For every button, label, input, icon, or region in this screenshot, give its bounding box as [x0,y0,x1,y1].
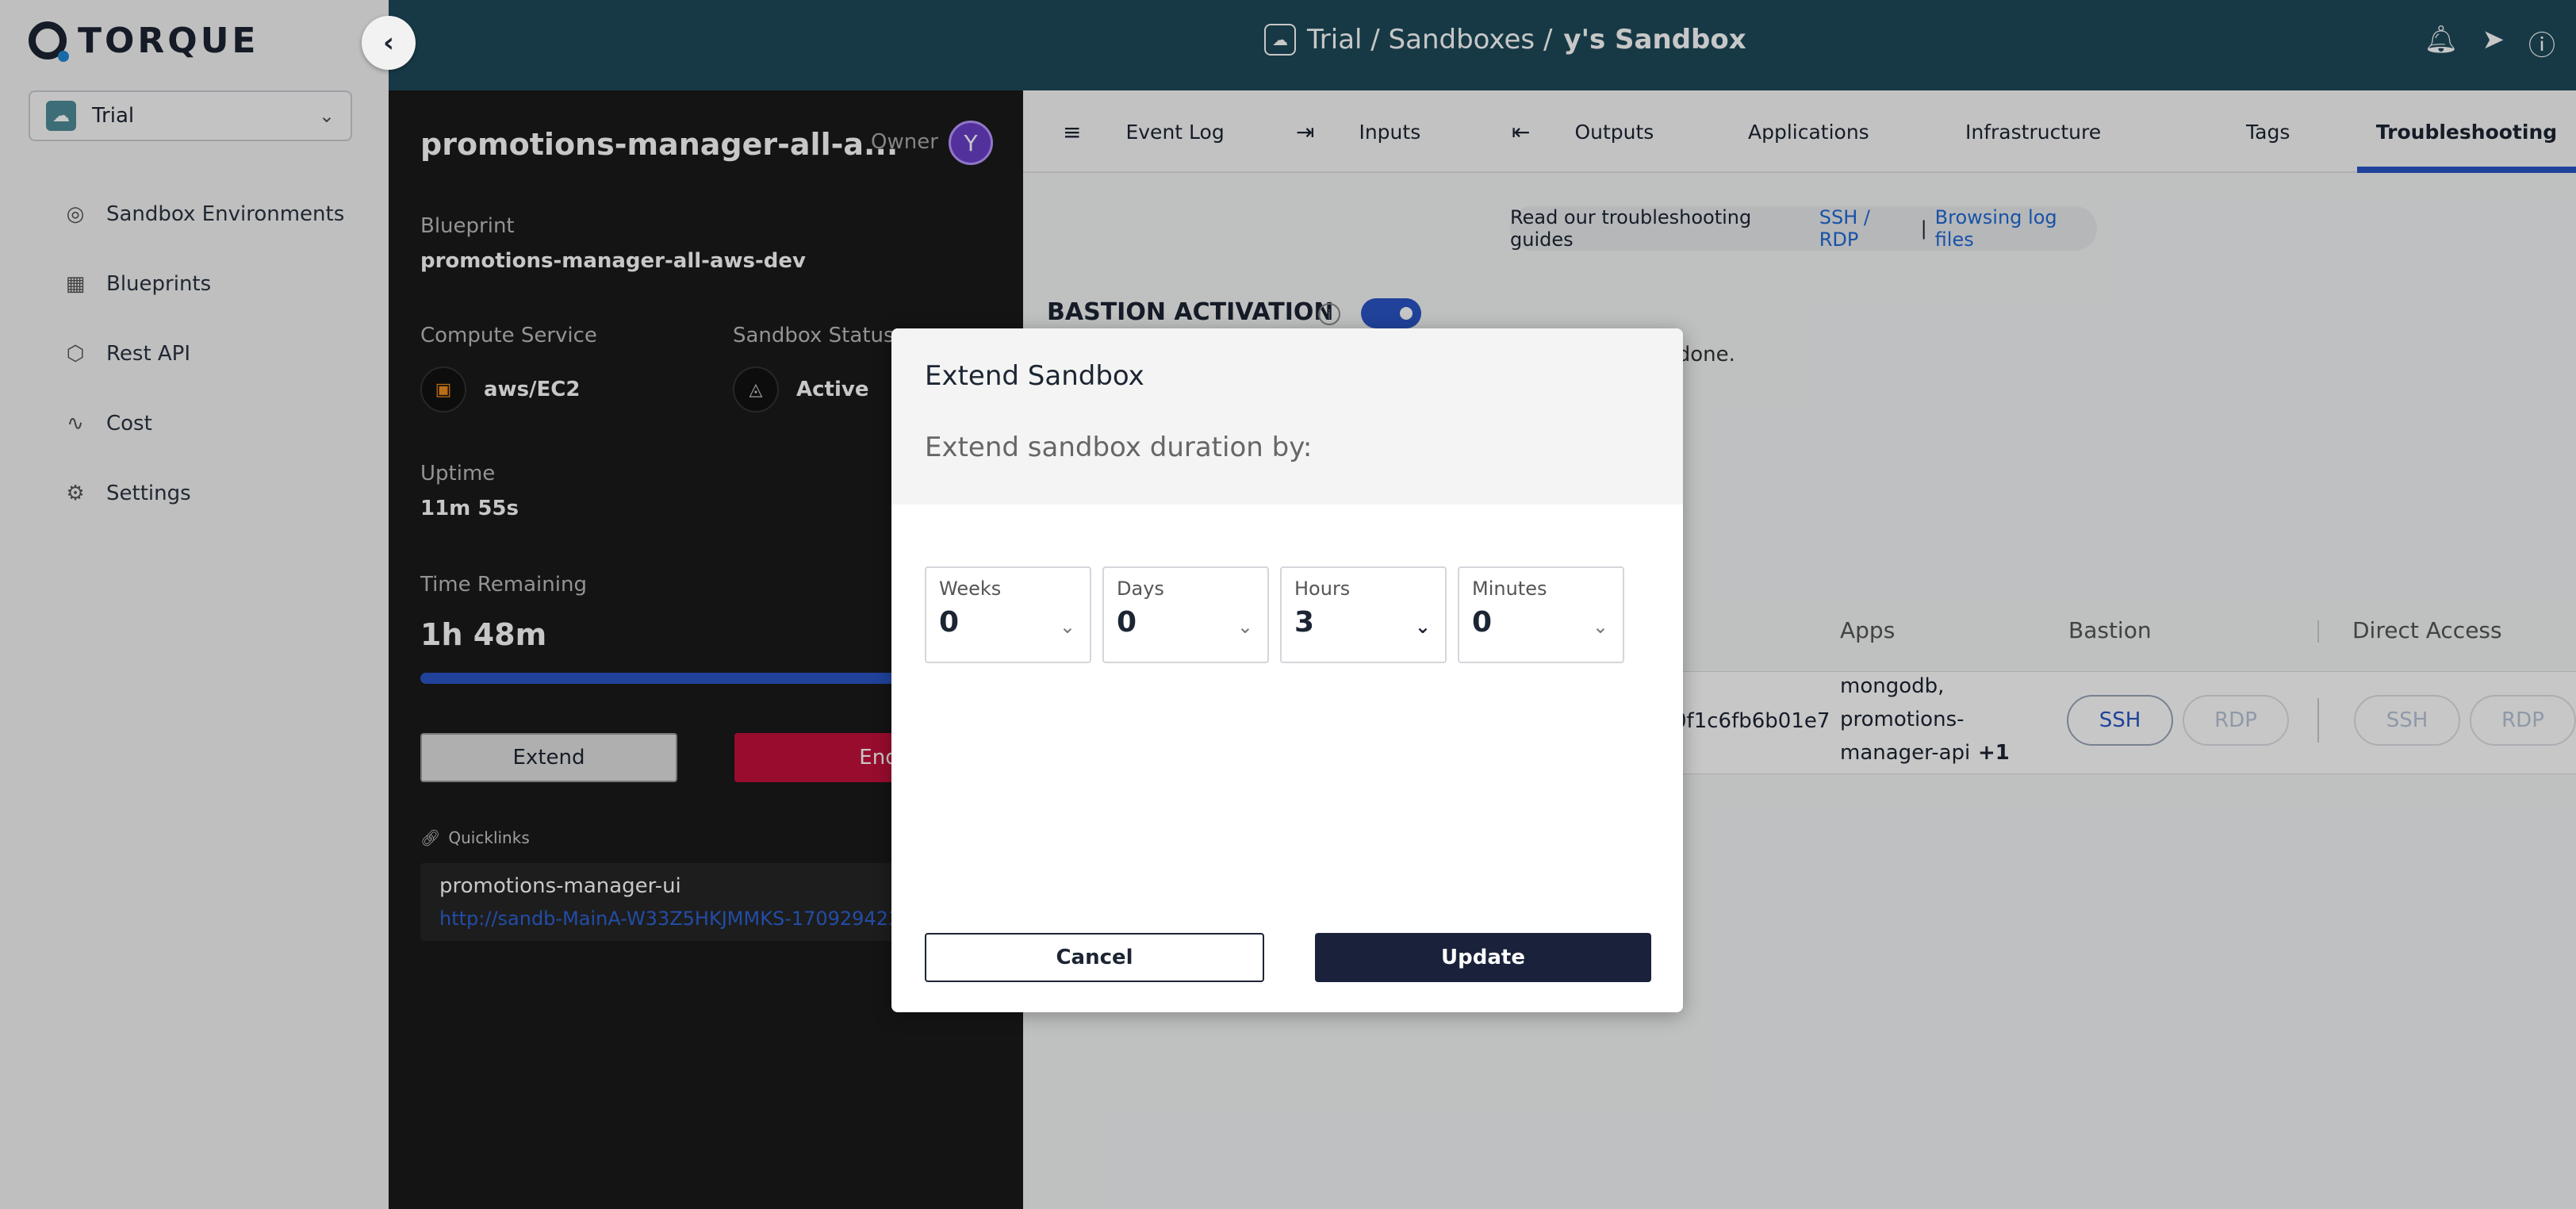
minutes-select[interactable]: Minutes 0 ⌄ [1458,566,1624,663]
duration-selectors: Weeks 0 ⌄ Days 0 ⌄ Hours 3 ⌄ Minutes 0 ⌄ [925,566,1624,663]
update-button[interactable]: Update [1315,933,1651,982]
chevron-left-icon: ‹ [382,27,394,59]
hours-label: Hours [1294,578,1351,600]
days-label: Days [1117,578,1164,600]
weeks-value: 0 [939,606,960,639]
days-value: 0 [1117,606,1137,639]
modal-subtitle: Extend sandbox duration by: [925,432,1313,463]
extend-sandbox-modal: Extend Sandbox Extend sandbox duration b… [891,328,1683,1012]
weeks-select[interactable]: Weeks 0 ⌄ [925,566,1091,663]
modal-title: Extend Sandbox [925,360,1144,392]
days-select[interactable]: Days 0 ⌄ [1102,566,1269,663]
chevron-down-icon: ⌄ [1059,616,1075,638]
minutes-value: 0 [1472,606,1493,639]
collapse-sidebar-button[interactable]: ‹ [362,16,416,70]
hours-select[interactable]: Hours 3 ⌄ [1280,566,1447,663]
modal-header: Extend Sandbox Extend sandbox duration b… [891,328,1683,505]
cancel-button[interactable]: Cancel [925,933,1264,982]
chevron-down-icon: ⌄ [1414,616,1431,638]
weeks-label: Weeks [939,578,1002,600]
hours-value: 3 [1294,606,1315,639]
chevron-down-icon: ⌄ [1592,616,1608,638]
minutes-label: Minutes [1472,578,1547,600]
chevron-down-icon: ⌄ [1236,616,1253,638]
